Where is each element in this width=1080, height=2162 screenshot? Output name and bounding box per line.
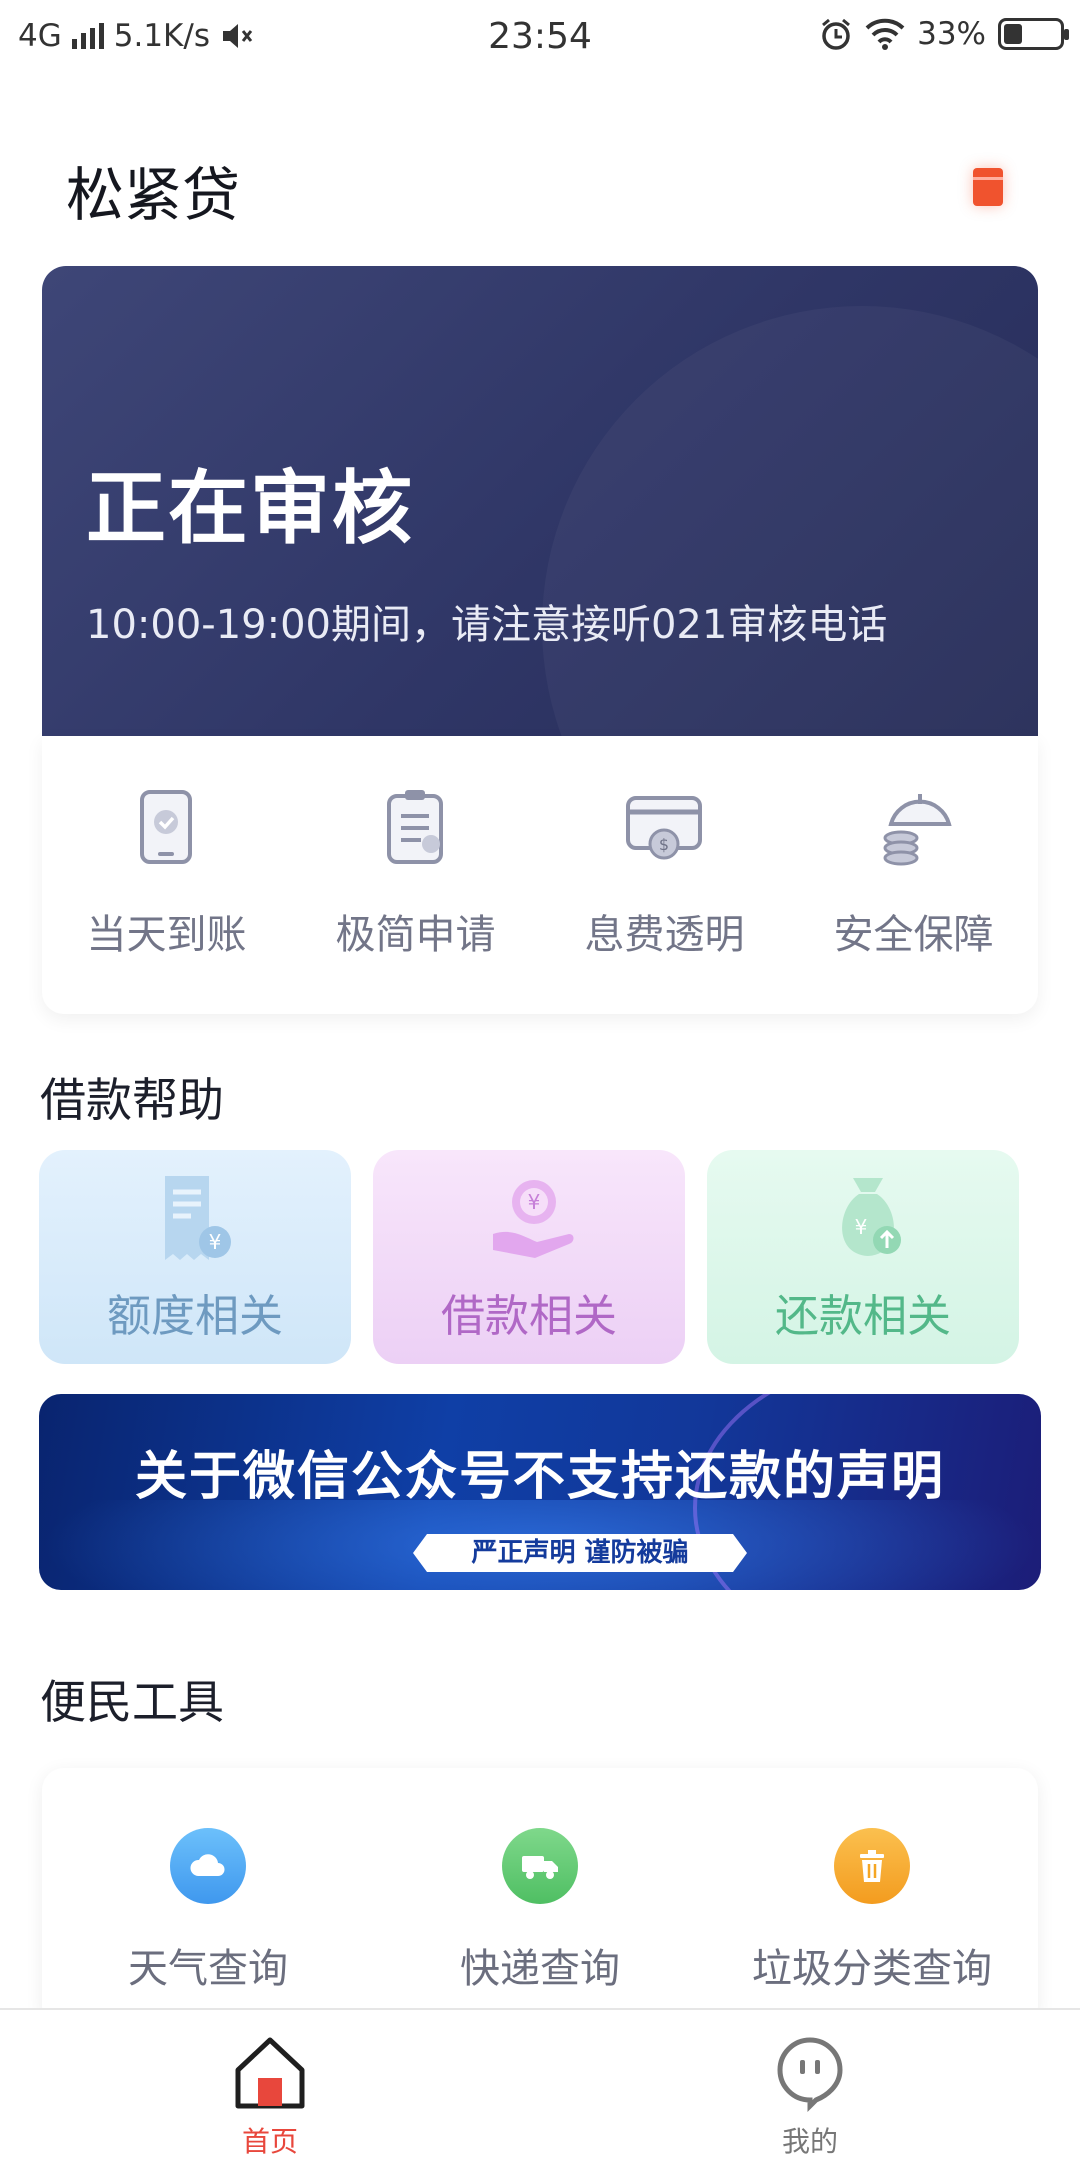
truck-icon — [502, 1828, 578, 1904]
app-title: 松紧贷 — [66, 161, 241, 229]
feature-same-day: 当天到账 — [42, 736, 291, 1014]
status-right: 33% — [819, 16, 1069, 52]
bottom-nav: 首页 我的 — [0, 2008, 1080, 2162]
umbrella-coins-icon — [883, 794, 952, 866]
review-status-card: 正在审核 10:00-19:00期间，请注意接听021审核电话 — [42, 266, 1038, 736]
clipboard-icon — [387, 790, 443, 864]
status-bar: 4G 5.1K/s 23:54 33% — [0, 0, 1080, 76]
svg-text:¥: ¥ — [209, 1230, 222, 1254]
tools-title: 便民工具 — [40, 1675, 224, 1729]
tool-label: 天气查询 — [128, 1946, 288, 1992]
help-card-credit-limit[interactable]: ¥ 额度相关 — [39, 1150, 351, 1364]
loan-help-title: 借款帮助 — [40, 1073, 224, 1127]
banner-tag: 严正声明 谨防被骗 — [413, 1534, 747, 1572]
nav-home[interactable]: 首页 — [0, 2010, 540, 2162]
red-envelope-icon[interactable] — [973, 168, 1003, 206]
tools-card: 天气查询 快递查询 垃圾分类查询 — [42, 1768, 1038, 2028]
review-title: 正在审核 — [86, 462, 414, 555]
svg-text:$: $ — [659, 835, 669, 854]
feature-security: 安全保障 — [789, 736, 1038, 1014]
help-card-borrowing[interactable]: ¥ 借款相关 — [373, 1150, 685, 1364]
profile-face-icon — [777, 2037, 843, 2113]
feature-simple-apply: 极简申请 — [291, 736, 540, 1014]
home-icon — [235, 2037, 305, 2109]
banner-title: 关于微信公众号不支持还款的声明 — [134, 1447, 945, 1507]
help-card-label: 借款相关 — [441, 1291, 617, 1342]
phone-check-icon — [140, 790, 192, 864]
nav-profile[interactable]: 我的 — [540, 2010, 1080, 2162]
notice-banner[interactable]: 关于微信公众号不支持还款的声明 严正声明 谨防被骗 — [39, 1394, 1041, 1590]
battery-percent: 33% — [917, 16, 986, 52]
tool-label: 垃圾分类查询 — [752, 1946, 992, 1992]
tool-garbage[interactable]: 垃圾分类查询 — [706, 1768, 1038, 2028]
nav-label: 首页 — [241, 2125, 298, 2158]
money-bag-icon: ¥ — [842, 1178, 901, 1256]
trash-icon — [834, 1828, 910, 1904]
help-card-label: 还款相关 — [775, 1291, 951, 1342]
alarm-icon — [822, 18, 851, 50]
svg-text:¥: ¥ — [528, 1190, 541, 1214]
battery-icon — [998, 18, 1069, 50]
nav-label: 我的 — [781, 2125, 838, 2158]
card-dollar-icon: $ — [626, 796, 702, 860]
feature-label: 安全保障 — [833, 912, 994, 958]
wifi-icon — [865, 18, 905, 50]
features-row: 当天到账 极简申请 $ 息费透明 安全保障 — [42, 736, 1038, 1014]
tool-express[interactable]: 快递查询 — [374, 1768, 706, 2028]
review-subtitle: 10:00-19:00期间，请注意接听021审核电话 — [86, 602, 888, 648]
decorative-circle — [542, 306, 1038, 736]
receipt-yen-icon: ¥ — [165, 1176, 231, 1260]
tool-label: 快递查询 — [460, 1946, 620, 1992]
feature-transparent-fees: $ 息费透明 — [540, 736, 789, 1014]
feature-label: 极简申请 — [335, 912, 496, 958]
cloud-icon — [170, 1828, 246, 1904]
help-card-repayment[interactable]: ¥ 还款相关 — [707, 1150, 1019, 1364]
hand-yen-icon: ¥ — [493, 1180, 574, 1258]
tool-weather[interactable]: 天气查询 — [42, 1768, 374, 2028]
svg-text:¥: ¥ — [855, 1215, 868, 1239]
feature-label: 当天到账 — [86, 912, 247, 958]
help-card-label: 额度相关 — [107, 1291, 283, 1342]
feature-label: 息费透明 — [584, 912, 745, 958]
